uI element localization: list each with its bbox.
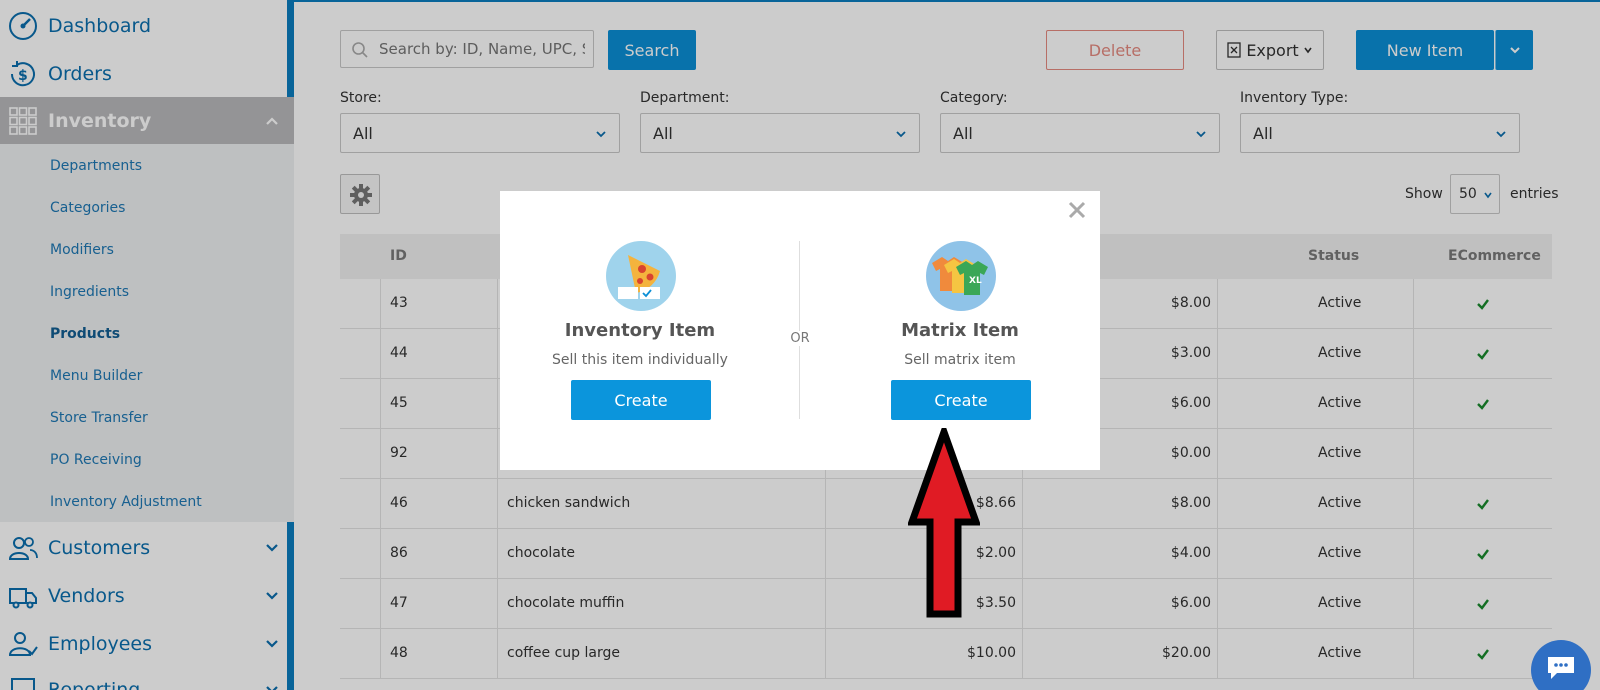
matrix-item-description: Sell matrix item [904,352,1016,368]
modal-divider [799,241,800,419]
or-separator: OR [780,331,820,346]
inventory-item-description: Sell this item individually [552,352,728,368]
pizza-icon [606,241,676,311]
matrix-item-title: Matrix Item [901,320,1019,341]
apparel-icon: XL [926,241,996,311]
chat-icon [1548,657,1574,679]
inventory-item-option: Inventory Item Sell this item individual… [500,191,780,470]
new-item-type-modal: Inventory Item Sell this item individual… [500,191,1100,470]
create-inventory-item-button[interactable]: Create [571,380,711,420]
inventory-item-title: Inventory Item [564,320,716,341]
create-matrix-item-button[interactable]: Create [891,380,1031,420]
annotation-arrow-icon [908,428,980,618]
svg-text:XL: XL [969,276,982,286]
